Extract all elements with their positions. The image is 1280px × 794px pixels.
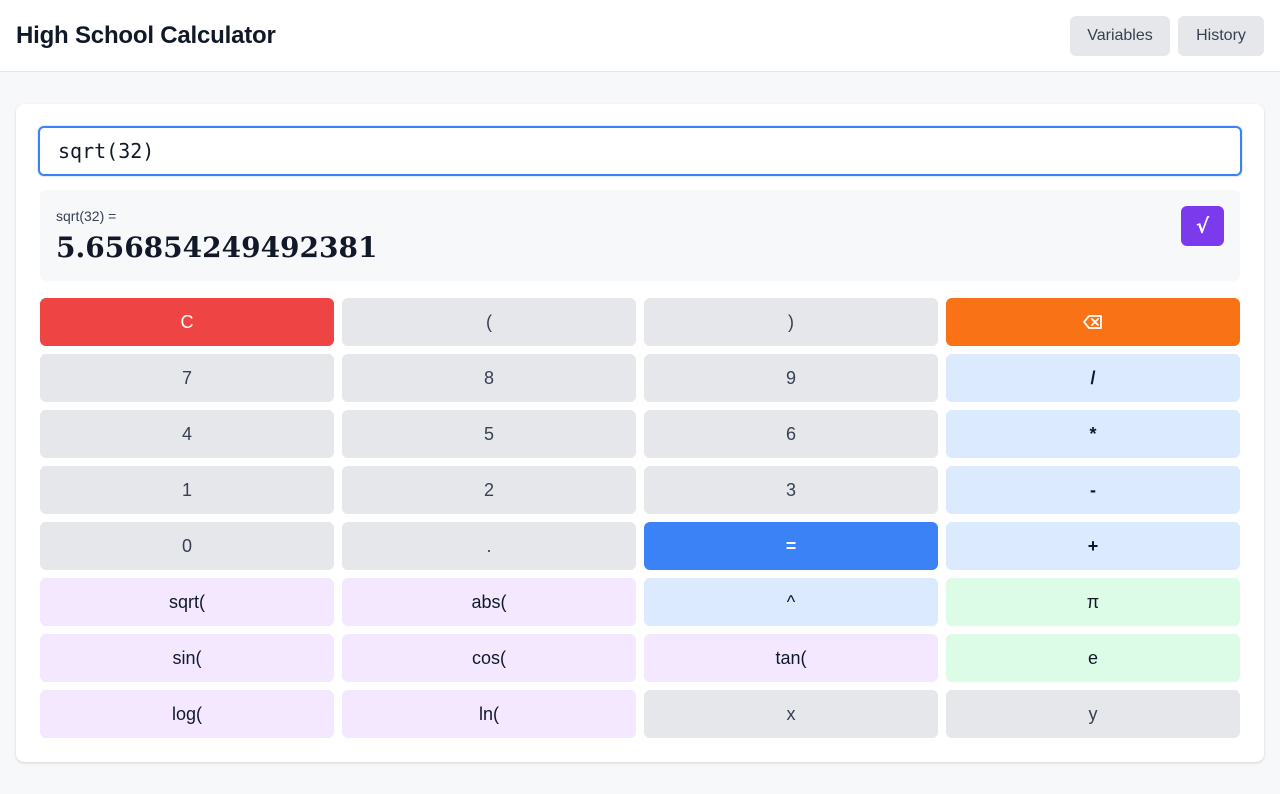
multiply-key[interactable]: * <box>946 410 1240 458</box>
digit-3-key[interactable]: 3 <box>644 466 938 514</box>
euler-key[interactable]: e <box>946 634 1240 682</box>
result-value: 5.656854249492381 <box>56 231 378 264</box>
equals-key[interactable]: = <box>644 522 938 570</box>
subtract-key[interactable]: - <box>946 466 1240 514</box>
pi-key[interactable]: π <box>946 578 1240 626</box>
divide-key[interactable]: / <box>946 354 1240 402</box>
expression-input[interactable] <box>38 126 1242 176</box>
cos-key[interactable]: cos( <box>342 634 636 682</box>
history-button[interactable]: History <box>1178 16 1264 56</box>
variables-button[interactable]: Variables <box>1070 16 1170 56</box>
digit-4-key[interactable]: 4 <box>40 410 334 458</box>
var-y-key[interactable]: y <box>946 690 1240 738</box>
backspace-key[interactable] <box>946 298 1240 346</box>
sqrt-badge-button[interactable]: √ <box>1181 206 1224 246</box>
digit-5-key[interactable]: 5 <box>342 410 636 458</box>
digit-6-key[interactable]: 6 <box>644 410 938 458</box>
result-expression: sqrt(32) = <box>56 208 117 224</box>
add-key[interactable]: + <box>946 522 1240 570</box>
digit-9-key[interactable]: 9 <box>644 354 938 402</box>
tan-key[interactable]: tan( <box>644 634 938 682</box>
log-key[interactable]: log( <box>40 690 334 738</box>
power-key[interactable]: ^ <box>644 578 938 626</box>
calculator-card: sqrt(32) = 5.656854249492381 √ C()789/45… <box>16 104 1264 762</box>
sin-key[interactable]: sin( <box>40 634 334 682</box>
app-header: High School Calculator Variables History <box>0 0 1280 72</box>
decimal-key[interactable]: . <box>342 522 636 570</box>
sqrt-icon: √ <box>1195 214 1210 238</box>
keypad: C() 7 8 9/ 4 5 6 * 1 2 3- 0. = + sqrt(abs(^ π sin(cos(ta… <box>40 298 1240 738</box>
result-panel: sqrt(32) = 5.656854249492381 √ <box>40 190 1240 281</box>
backspace-icon <box>1083 315 1102 329</box>
abs-key[interactable]: abs( <box>342 578 636 626</box>
ln-key[interactable]: ln( <box>342 690 636 738</box>
sqrt-key[interactable]: sqrt( <box>40 578 334 626</box>
digit-1-key[interactable]: 1 <box>40 466 334 514</box>
var-x-key[interactable]: x <box>644 690 938 738</box>
digit-0-key[interactable]: 0 <box>40 522 334 570</box>
digit-2-key[interactable]: 2 <box>342 466 636 514</box>
close-paren-key[interactable]: ) <box>644 298 938 346</box>
open-paren-key[interactable]: ( <box>342 298 636 346</box>
digit-7-key[interactable]: 7 <box>40 354 334 402</box>
app-title: High School Calculator <box>16 22 276 49</box>
clear-key[interactable]: C <box>40 298 334 346</box>
digit-8-key[interactable]: 8 <box>342 354 636 402</box>
